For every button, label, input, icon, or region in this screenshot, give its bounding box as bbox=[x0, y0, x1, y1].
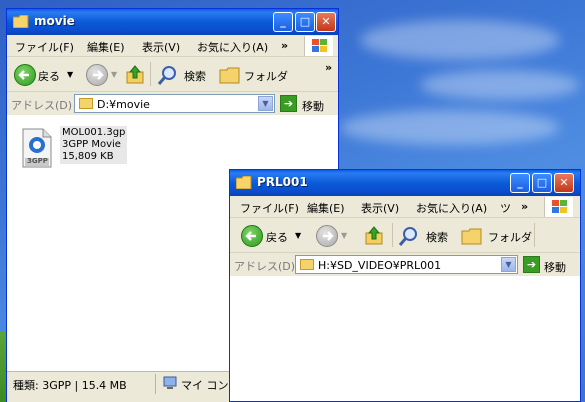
go-arrow-icon[interactable]: ➔ bbox=[280, 95, 297, 112]
status-divider bbox=[155, 374, 156, 394]
folders-button-label[interactable]: フォルダ bbox=[488, 229, 532, 245]
menu-file[interactable]: ファイル(F) bbox=[15, 39, 74, 55]
minimize-button[interactable]: _ bbox=[273, 12, 293, 32]
address-value: H:¥SD_VIDEO¥PRL001 bbox=[318, 259, 442, 272]
file-icon-label: 3GPP bbox=[27, 157, 48, 165]
file-item[interactable]: 3GPP MOL001.3gp 3GPP Movie 15,809 KB bbox=[17, 126, 137, 171]
menu-view[interactable]: 表示(V) bbox=[361, 200, 399, 216]
status-text: 種類: 3GPP | 15.4 MB bbox=[13, 379, 127, 392]
folders-icon[interactable] bbox=[461, 226, 483, 246]
toolbar: 戻る ▼ ▼ 検索 フォルダ » bbox=[7, 57, 338, 92]
file-size: 15,809 KB bbox=[62, 151, 114, 162]
address-dropdown-icon[interactable]: ▼ bbox=[501, 257, 516, 272]
toolbar: 戻る ▼ ▼ 検索 フォルダ bbox=[230, 218, 580, 253]
back-icon[interactable] bbox=[241, 225, 263, 247]
menu-tools[interactable]: ツ bbox=[500, 200, 511, 216]
search-button-label[interactable]: 検索 bbox=[184, 68, 206, 84]
folder-icon bbox=[79, 98, 93, 109]
menu-file[interactable]: ファイル(F) bbox=[240, 200, 299, 216]
menu-favorites[interactable]: お気に入り(A) bbox=[197, 39, 268, 55]
file-name: MOL001.3gp bbox=[62, 127, 126, 138]
forward-icon[interactable] bbox=[316, 225, 338, 247]
toolbar-more[interactable]: » bbox=[325, 61, 332, 74]
menubar: ファイル(F) 編集(E) 表示(V) お気に入り(A) » bbox=[7, 35, 338, 57]
address-input[interactable]: H:¥SD_VIDEO¥PRL001 ▼ bbox=[295, 255, 518, 274]
go-arrow-icon[interactable]: ➔ bbox=[523, 256, 540, 273]
menu-view[interactable]: 表示(V) bbox=[142, 39, 180, 55]
address-value: D:¥movie bbox=[97, 98, 150, 111]
file-list-area[interactable] bbox=[230, 276, 580, 401]
window-title: PRL001 bbox=[257, 175, 308, 189]
forward-dropdown-icon[interactable]: ▼ bbox=[111, 70, 117, 79]
address-input[interactable]: D:¥movie ▼ bbox=[74, 94, 275, 113]
windows-logo-icon bbox=[304, 36, 333, 56]
go-button-label[interactable]: 移動 bbox=[302, 98, 324, 114]
file-details: MOL001.3gp 3GPP Movie 15,809 KB bbox=[60, 126, 128, 164]
back-button-label[interactable]: 戻る bbox=[38, 68, 60, 84]
folder-icon bbox=[235, 175, 252, 190]
address-dropdown-icon[interactable]: ▼ bbox=[258, 96, 273, 111]
window-title: movie bbox=[34, 14, 75, 28]
search-button-label[interactable]: 検索 bbox=[426, 229, 448, 245]
menu-edit[interactable]: 編集(E) bbox=[307, 200, 345, 216]
menu-edit[interactable]: 編集(E) bbox=[87, 39, 125, 55]
titlebar-movie[interactable]: movie _ □ ✕ bbox=[7, 9, 338, 35]
go-button-label[interactable]: 移動 bbox=[544, 259, 566, 275]
up-folder-icon[interactable] bbox=[125, 64, 145, 84]
forward-dropdown-icon[interactable]: ▼ bbox=[341, 231, 347, 240]
back-button-label[interactable]: 戻る bbox=[266, 229, 288, 245]
toolbar-separator bbox=[392, 223, 393, 247]
menu-more[interactable]: » bbox=[281, 39, 288, 52]
windows-logo-icon bbox=[544, 197, 573, 217]
toolbar-separator bbox=[534, 223, 535, 247]
folder-icon bbox=[12, 14, 29, 29]
forward-icon[interactable] bbox=[86, 64, 108, 86]
search-icon[interactable] bbox=[398, 225, 420, 247]
up-folder-icon[interactable] bbox=[364, 225, 384, 245]
menubar: ファイル(F) 編集(E) 表示(V) お気に入り(A) ツ » bbox=[230, 196, 580, 218]
address-bar: アドレス(D) H:¥SD_VIDEO¥PRL001 ▼ ➔ 移動 bbox=[230, 253, 580, 278]
file-type: 3GPP Movie bbox=[62, 139, 121, 150]
address-label: アドレス(D) bbox=[11, 99, 73, 112]
folder-icon bbox=[300, 259, 314, 270]
menu-favorites[interactable]: お気に入り(A) bbox=[416, 200, 487, 216]
minimize-button[interactable]: _ bbox=[510, 173, 530, 193]
window-prl001: PRL001 _ □ ✕ ファイル(F) 編集(E) 表示(V) お気に入り(A… bbox=[229, 169, 581, 402]
search-icon[interactable] bbox=[157, 64, 179, 86]
menu-more[interactable]: » bbox=[521, 200, 528, 213]
close-button[interactable]: ✕ bbox=[316, 12, 336, 32]
titlebar-prl001[interactable]: PRL001 _ □ ✕ bbox=[230, 170, 580, 196]
3gpp-file-icon: 3GPP bbox=[21, 128, 53, 168]
close-button[interactable]: ✕ bbox=[554, 173, 574, 193]
back-icon[interactable] bbox=[14, 64, 36, 86]
folders-icon[interactable] bbox=[219, 65, 241, 85]
back-dropdown-icon[interactable]: ▼ bbox=[295, 231, 301, 240]
folders-button-label[interactable]: フォルダ bbox=[244, 68, 288, 84]
address-label: アドレス(D) bbox=[234, 260, 296, 273]
maximize-button[interactable]: □ bbox=[532, 173, 552, 193]
back-dropdown-icon[interactable]: ▼ bbox=[67, 70, 73, 79]
maximize-button[interactable]: □ bbox=[295, 12, 315, 32]
address-bar: アドレス(D) D:¥movie ▼ ➔ 移動 bbox=[7, 92, 338, 117]
toolbar-separator bbox=[150, 62, 151, 86]
computer-icon bbox=[163, 376, 177, 390]
